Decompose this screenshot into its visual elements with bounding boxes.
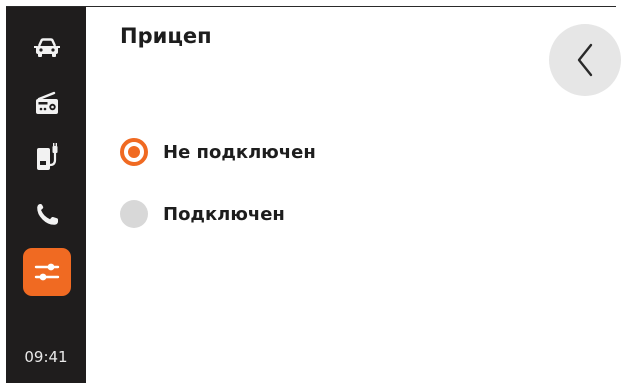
phone-icon	[37, 204, 58, 225]
sidebar: 09:41	[6, 7, 86, 383]
car-icon	[34, 38, 60, 57]
charging-icon	[37, 143, 58, 170]
radio-icon	[36, 91, 58, 114]
option-connected[interactable]: Подключен	[120, 199, 285, 229]
settings-sliders-icon	[34, 263, 60, 281]
screen	[6, 6, 618, 383]
sidebar-item-charging[interactable]	[23, 134, 71, 182]
sidebar-item-settings[interactable]	[23, 248, 71, 296]
radio-unchecked[interactable]	[120, 200, 148, 228]
clock: 09:41	[24, 348, 68, 366]
radio-checked[interactable]	[120, 138, 148, 166]
option-not-connected[interactable]: Не подключен	[120, 137, 316, 167]
option-label: Не подключен	[163, 141, 316, 163]
radio-dot	[128, 146, 140, 158]
sidebar-item-radio[interactable]	[23, 79, 71, 127]
page-title: Прицеп	[120, 24, 212, 48]
sidebar-item-car[interactable]	[23, 24, 71, 72]
top-border	[6, 6, 616, 7]
sidebar-item-phone[interactable]	[23, 191, 71, 239]
chevron-left-icon	[577, 43, 593, 77]
back-button[interactable]	[549, 24, 621, 96]
option-label: Подключен	[163, 203, 285, 225]
